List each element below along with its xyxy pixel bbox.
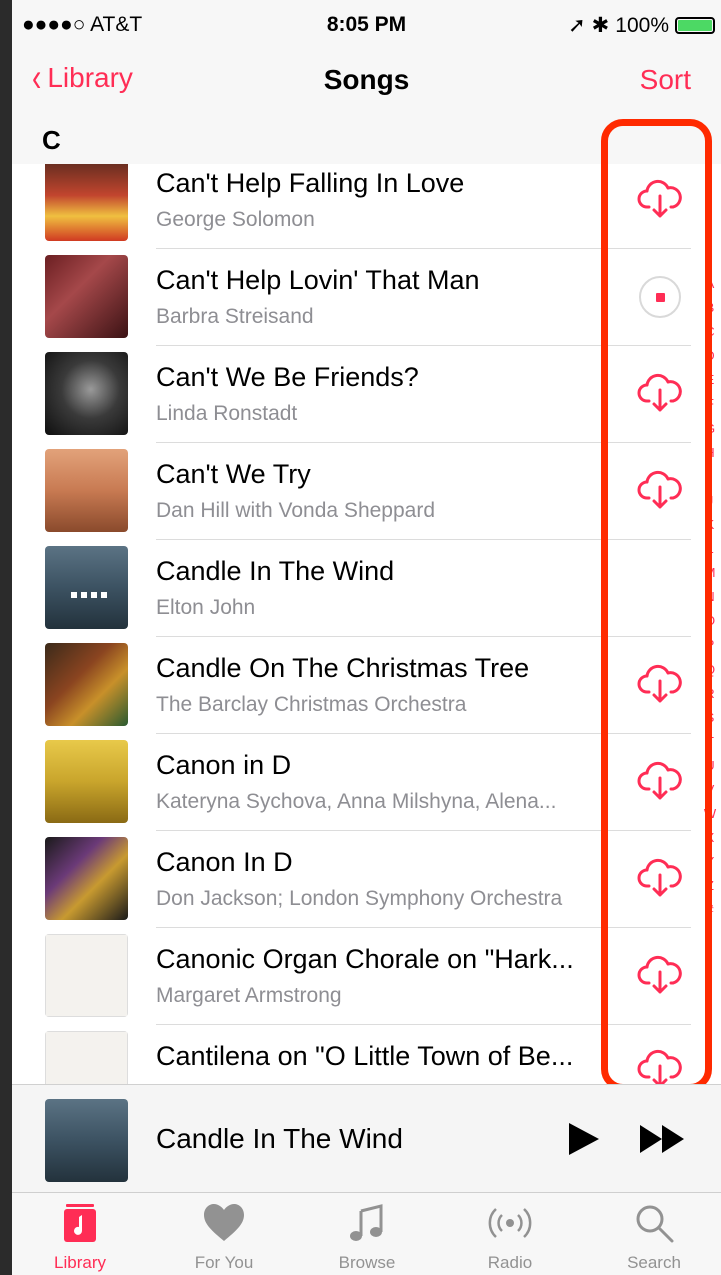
song-artist: Elton John	[156, 596, 256, 619]
battery-percent: 100%	[615, 13, 669, 37]
heart-icon	[204, 1204, 244, 1241]
song-title: Can't Help Falling In Love	[156, 168, 465, 198]
page-title: Songs	[323, 64, 410, 95]
battery-icon	[675, 17, 715, 34]
song-title: Canon in D	[156, 750, 292, 780]
song-title: Can't Help Lovin' That Man	[156, 265, 480, 295]
fast-forward-icon[interactable]	[638, 1123, 688, 1155]
section-header: C	[42, 125, 61, 155]
bluetooth-icon: ✱	[591, 14, 610, 37]
radio-icon	[488, 1208, 532, 1238]
album-art	[45, 164, 128, 241]
album-art	[45, 352, 128, 435]
song-artist: Don Jackson; London Symphony Orchestra	[156, 887, 563, 910]
library-icon	[64, 1204, 96, 1242]
mini-player[interactable]: Candle In The Wind	[12, 1084, 721, 1193]
location-icon: ➚	[568, 14, 586, 37]
mini-player-title: Candle In The Wind	[156, 1123, 403, 1154]
sort-button[interactable]: Sort	[640, 64, 691, 96]
song-artist: Linda Ronstadt	[156, 402, 298, 425]
tab-for-you[interactable]: For You	[164, 1193, 284, 1275]
album-art	[45, 740, 128, 823]
tab-browse[interactable]: Browse	[307, 1193, 427, 1275]
tab-bar: Library For You Browse Radio Search	[12, 1192, 721, 1275]
album-art	[45, 546, 128, 629]
phone-screen: ●●●●○ AT&T 8:05 PM ➚ ✱ 100% ‹ Library So…	[12, 0, 721, 1275]
music-note-icon	[350, 1204, 383, 1241]
album-art	[45, 837, 128, 920]
song-title: Canonic Organ Chorale on "Hark...	[156, 944, 574, 974]
song-artist: George Solomon	[156, 208, 315, 231]
tab-label: For You	[194, 1253, 254, 1272]
song-title: Candle In The Wind	[156, 556, 395, 586]
search-icon	[636, 1205, 674, 1243]
navigation-bar: ‹ Library Songs Sort	[12, 50, 721, 112]
song-artist: Margaret Armstrong	[156, 984, 342, 1007]
tab-label: Library	[54, 1253, 106, 1272]
song-title: Can't We Try	[156, 459, 311, 489]
play-icon[interactable]	[567, 1121, 601, 1157]
album-art	[45, 255, 128, 338]
song-artist: The Barclay Christmas Orchestra	[156, 693, 467, 716]
status-right: ➚ ✱ 100%	[568, 13, 715, 38]
album-art	[45, 1031, 128, 1084]
status-bar: ●●●●○ AT&T 8:05 PM ➚ ✱ 100%	[12, 0, 721, 50]
tab-radio[interactable]: Radio	[450, 1193, 570, 1275]
tab-label: Radio	[487, 1253, 533, 1272]
song-title: Canon In D	[156, 847, 293, 877]
song-artist: Dan Hill with Vonda Sheppard	[156, 499, 436, 522]
tab-label: Browse	[338, 1253, 396, 1272]
tab-search[interactable]: Search	[594, 1193, 714, 1275]
album-art	[45, 934, 128, 1017]
mini-player-artwork	[45, 1099, 128, 1182]
tab-label: Search	[627, 1253, 681, 1272]
now-playing-icon	[71, 592, 107, 598]
song-artist: Kateryna Sychova, Anna Milshyna, Alena..…	[156, 790, 557, 813]
album-art	[45, 643, 128, 726]
song-title: Cantilena on "O Little Town of Be...	[156, 1041, 574, 1071]
song-title: Candle On The Christmas Tree	[156, 653, 530, 683]
tab-library[interactable]: Library	[20, 1193, 140, 1275]
highlight-annotation	[601, 119, 712, 1091]
song-title: Can't We Be Friends?	[156, 362, 419, 392]
song-artist: Barbra Streisand	[156, 305, 314, 328]
album-art	[45, 449, 128, 532]
